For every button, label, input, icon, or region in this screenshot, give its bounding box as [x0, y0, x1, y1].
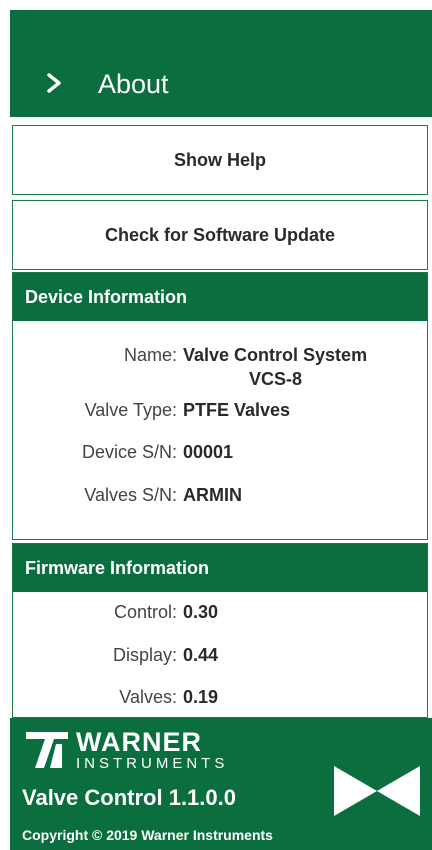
device-information-panel: Device Information Name: Valve Control S… [12, 272, 428, 540]
check-update-button[interactable]: Check for Software Update [12, 200, 428, 270]
control-label: Control: [113, 602, 177, 622]
name-value-line2: VCS-8 [249, 369, 303, 389]
device-information-heading: Device Information [13, 273, 427, 321]
name-label: Name: [123, 345, 177, 365]
name-value-line1: Valve Control System [183, 345, 368, 365]
valves-sn-value: ARMIN [183, 485, 242, 505]
app-footer: WARNER INSTRUMENTS Valve Control 1.1.0.0… [10, 718, 432, 850]
valve-type-value: PTFE Valves [183, 400, 291, 420]
valve-type-label: Valve Type: [84, 400, 177, 420]
warner-logo-icon [26, 732, 68, 768]
display-value: 0.44 [183, 645, 219, 665]
valves-value: 0.19 [183, 687, 219, 707]
valve-icon [334, 766, 420, 816]
show-help-button[interactable]: Show Help [12, 125, 428, 195]
firmware-information-panel: Firmware Information Control: 0.30 Displ… [12, 543, 428, 718]
device-sn-label: Device S/N: [81, 442, 177, 462]
device-sn-value: 00001 [183, 442, 234, 462]
valves-label: Valves: [119, 687, 177, 707]
app-header: About [10, 10, 432, 117]
brand-name: WARNER [76, 727, 202, 757]
page-title: About [98, 69, 169, 99]
copyright-text: Copyright © 2019 Warner Instruments [22, 827, 273, 843]
firmware-information-heading: Firmware Information [13, 544, 427, 592]
display-label: Display: [112, 645, 177, 665]
control-value: 0.30 [183, 602, 219, 622]
valves-sn-label: Valves S/N: [84, 485, 177, 505]
brand-subtitle: INSTRUMENTS [76, 755, 229, 772]
app-version: Valve Control 1.1.0.0 [22, 785, 236, 810]
chevron-right-icon[interactable] [46, 72, 64, 94]
